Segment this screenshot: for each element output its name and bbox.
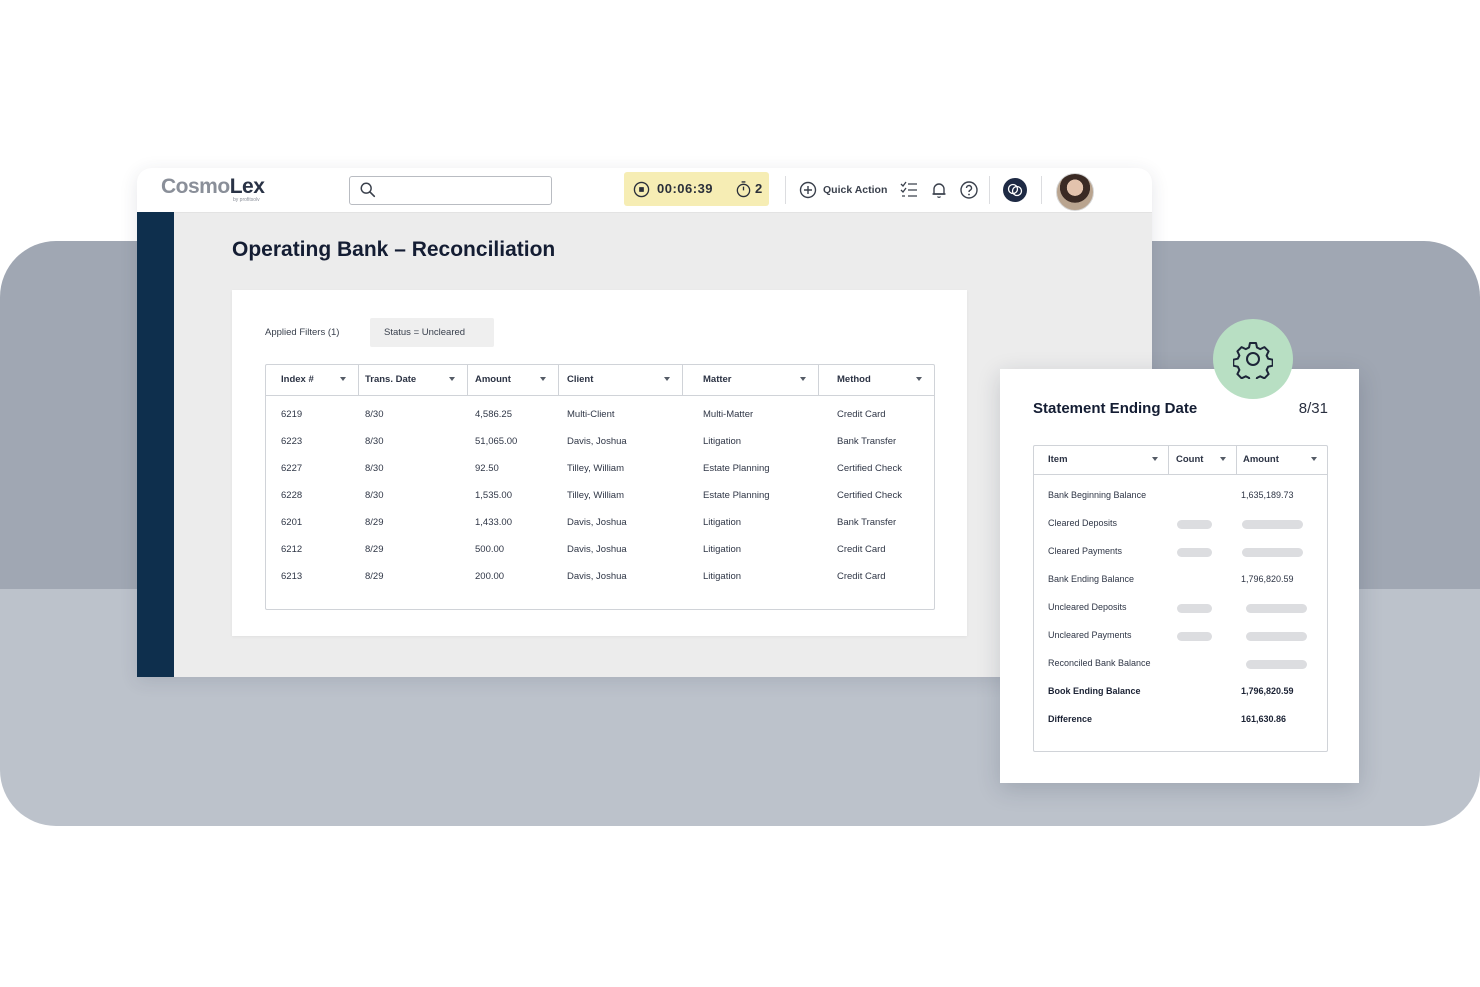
statement-row: Book Ending Balance 1,796,820.59	[1048, 686, 1294, 696]
statement-row: Cleared Payments	[1034, 543, 1327, 563]
amount-placeholder	[1246, 604, 1307, 613]
logo[interactable]: CosmoLex	[161, 175, 265, 199]
timer-icon	[633, 181, 650, 198]
divider	[989, 176, 990, 204]
statement-table: Item Count Amount Bank Beginning Balance…	[1033, 445, 1328, 752]
statement-card: Statement Ending Date 8/31 Item Count Am…	[1000, 369, 1359, 783]
column-header-count[interactable]: Count	[1168, 446, 1237, 474]
logo-suffix: Lex	[229, 175, 265, 198]
column-header-matter[interactable]: Matter	[682, 365, 819, 395]
transactions-card: Applied Filters (1) Status = Uncleared I…	[232, 290, 967, 636]
column-header-index[interactable]: Index #	[266, 365, 359, 395]
statement-row: Difference 161,630.86	[1048, 714, 1287, 724]
statement-row: Uncleared Payments	[1034, 627, 1327, 647]
amount-placeholder	[1242, 520, 1303, 529]
divider	[1041, 176, 1042, 204]
caret-down-icon	[664, 377, 670, 381]
caret-down-icon	[449, 377, 455, 381]
table-row[interactable]: 6227 8/30 92.50 Tilley, William Estate P…	[266, 463, 934, 490]
filter-chip-status[interactable]: Status = Uncleared	[370, 318, 494, 347]
timer-pill[interactable]: 00:06:39 2	[624, 172, 769, 206]
logo-prefix: Cosmo	[161, 175, 230, 198]
sidebar	[137, 212, 174, 677]
statement-row: Reconciled Bank Balance	[1034, 655, 1327, 675]
gear-icon	[1233, 342, 1273, 379]
count-placeholder	[1177, 520, 1212, 529]
column-header-amount[interactable]: Amount	[1236, 446, 1327, 474]
filter-chip-label: Status = Uncleared	[384, 327, 466, 338]
column-header-method[interactable]: Method	[818, 365, 934, 395]
applied-filters-label[interactable]: Applied Filters (1)	[265, 327, 339, 338]
statement-row: Bank Ending Balance 1,796,820.59	[1048, 574, 1294, 584]
table-row[interactable]: 6201 8/29 1,433.00 Davis, Joshua Litigat…	[266, 517, 934, 544]
caret-down-icon	[540, 377, 546, 381]
page-title: Operating Bank – Reconciliation	[232, 238, 556, 261]
table-header: Index # Trans. Date Amount Client Matter…	[266, 365, 934, 396]
column-header-amount[interactable]: Amount	[467, 365, 559, 395]
top-bar: CosmoLex by profitsolv 00:06:39 2 Quick …	[137, 168, 1152, 213]
caret-down-icon	[916, 377, 922, 381]
column-header-item[interactable]: Item	[1034, 446, 1169, 474]
column-header-client[interactable]: Client	[558, 365, 683, 395]
amount-placeholder	[1246, 632, 1307, 641]
caret-down-icon	[340, 377, 346, 381]
timer-value: 00:06:39	[657, 181, 714, 196]
amount-placeholder	[1246, 660, 1307, 669]
table-row[interactable]: 6219 8/30 4,586.25 Multi-Client Multi-Ma…	[266, 409, 934, 436]
bell-icon[interactable]	[929, 180, 949, 200]
caret-down-icon	[1311, 457, 1317, 461]
statement-table-header: Item Count Amount	[1034, 446, 1327, 475]
statement-row: Bank Beginning Balance 1,635,189.73	[1048, 490, 1294, 500]
avatar[interactable]	[1056, 173, 1094, 211]
count-placeholder	[1177, 604, 1212, 613]
statement-row: Uncleared Deposits	[1034, 599, 1327, 619]
table-row[interactable]: 6223 8/30 51,065.00 Davis, Joshua Litiga…	[266, 436, 934, 463]
timer-count: 2	[755, 181, 763, 196]
table-row[interactable]: 6228 8/30 1,535.00 Tilley, William Estat…	[266, 490, 934, 517]
plus-circle-icon	[799, 181, 817, 199]
settings-badge[interactable]	[1213, 319, 1293, 399]
statement-row: Cleared Deposits	[1034, 515, 1327, 535]
search-icon	[360, 182, 376, 198]
caret-down-icon	[800, 377, 806, 381]
count-placeholder	[1177, 548, 1212, 557]
help-icon[interactable]	[959, 180, 979, 200]
statement-title: Statement Ending Date	[1033, 400, 1198, 417]
search-input[interactable]	[349, 176, 552, 205]
caret-down-icon	[1220, 457, 1226, 461]
amount-placeholder	[1242, 548, 1303, 557]
statement-date[interactable]: 8/31	[1299, 400, 1328, 417]
chat-icon	[1007, 183, 1023, 197]
table-row[interactable]: 6212 8/29 500.00 Davis, Joshua Litigatio…	[266, 544, 934, 571]
checklist-icon[interactable]	[899, 180, 919, 200]
chat-button[interactable]	[1003, 178, 1027, 202]
transactions-table: Index # Trans. Date Amount Client Matter…	[265, 364, 935, 610]
caret-down-icon	[1152, 457, 1158, 461]
table-row[interactable]: 6213 8/29 200.00 Davis, Joshua Litigatio…	[266, 571, 934, 598]
divider	[785, 176, 786, 204]
count-placeholder	[1177, 632, 1212, 641]
stopwatch-icon	[736, 181, 751, 198]
logo-subtitle: by profitsolv	[233, 197, 260, 203]
column-header-trans-date[interactable]: Trans. Date	[358, 365, 468, 395]
quick-action-label: Quick Action	[823, 184, 888, 196]
